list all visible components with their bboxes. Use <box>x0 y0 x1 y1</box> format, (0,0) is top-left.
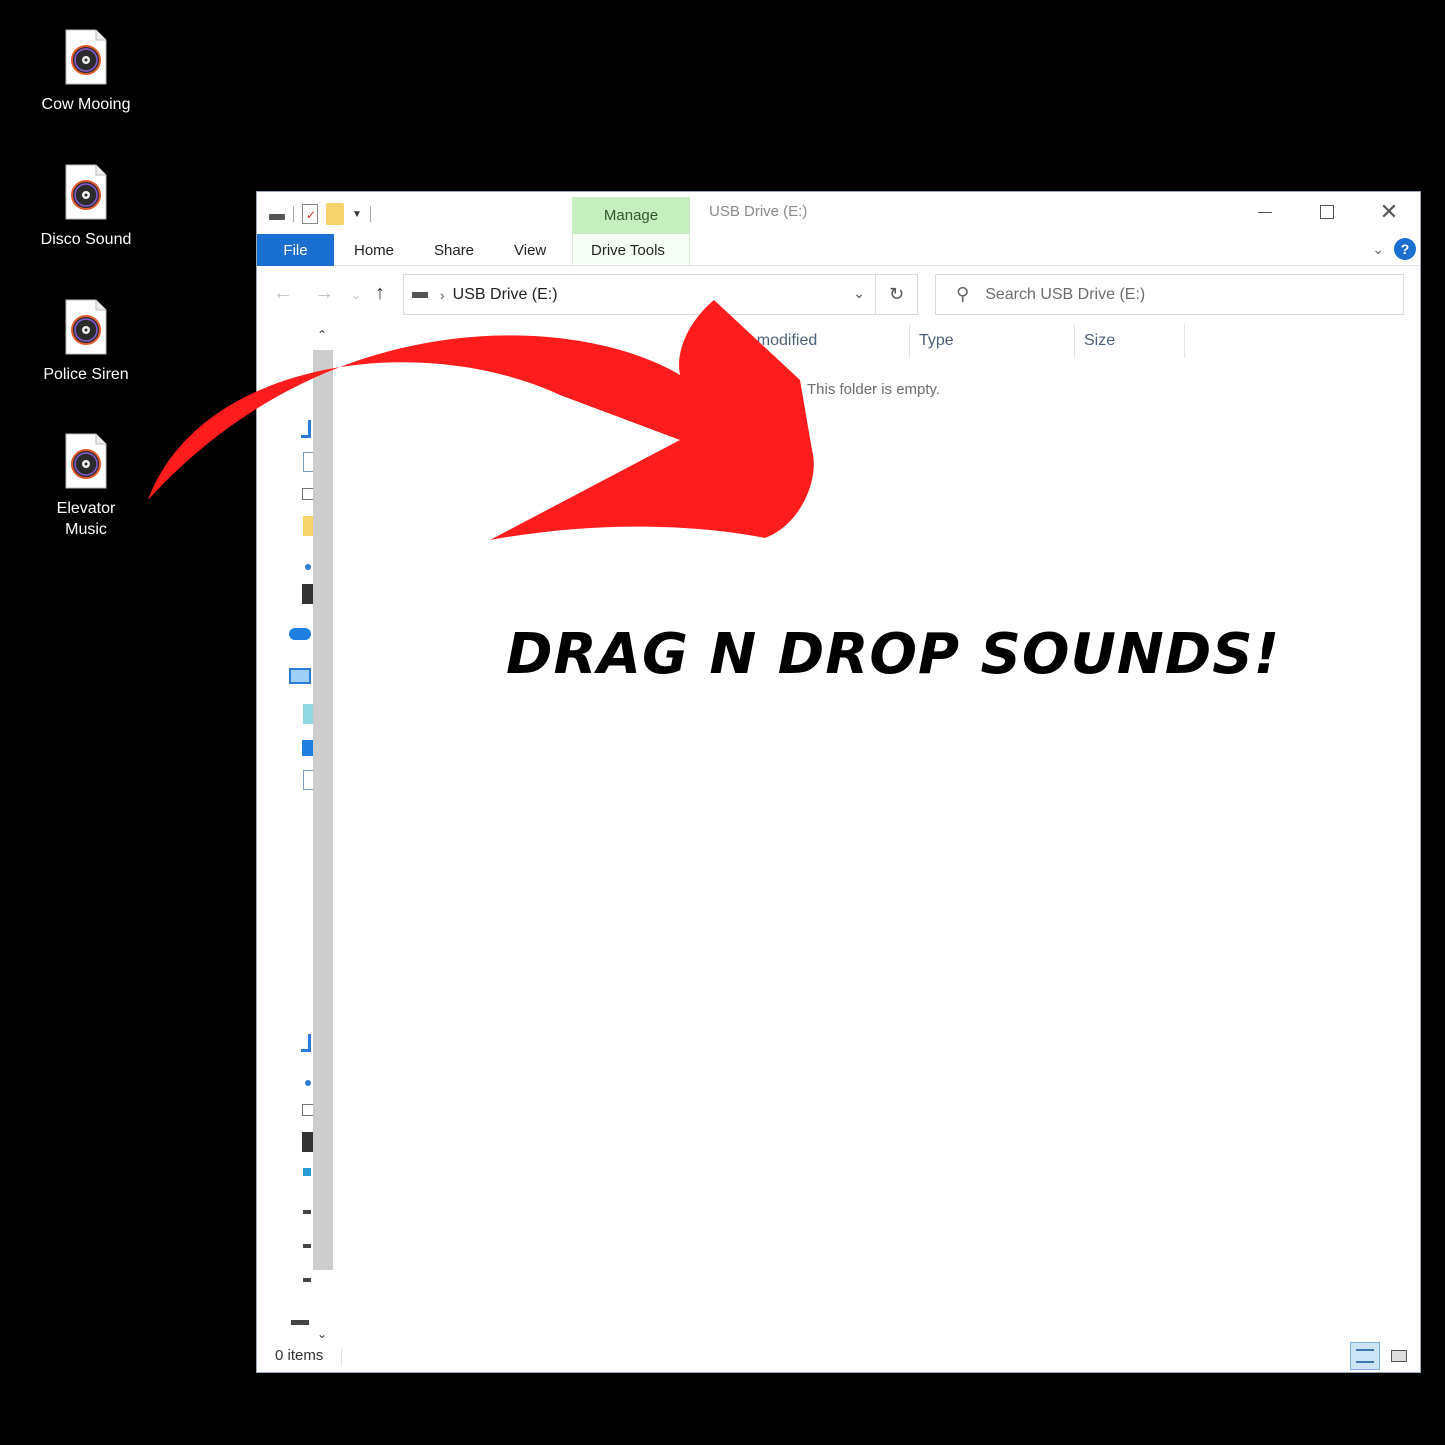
minimize-icon <box>1258 211 1272 213</box>
nav-scrollbar[interactable]: ⌃ ⌄ <box>313 326 333 1341</box>
title-bar: ✓ ▼ Manage USB Drive (E:) ✕ <box>257 192 1420 234</box>
refresh-button[interactable]: ↻ <box>876 274 918 315</box>
back-arrow-icon[interactable]: ← <box>273 282 293 305</box>
desktop-icon-elevator-music[interactable]: Elevator Music <box>31 432 141 540</box>
drive-icon <box>269 214 285 220</box>
tab-share[interactable]: Share <box>434 234 474 266</box>
chevron-down-icon[interactable]: ⌄ <box>853 285 865 302</box>
desktop-icon-label: Police Siren <box>43 366 129 383</box>
desktop-icon-police-siren[interactable]: Police Siren <box>31 298 141 385</box>
downloads-icon[interactable] <box>301 1034 311 1052</box>
drive-icon <box>412 291 428 298</box>
new-folder-icon[interactable] <box>326 203 344 225</box>
drive-icon[interactable] <box>303 1244 311 1248</box>
window-controls: ✕ <box>1234 192 1420 234</box>
quick-access-toolbar: ✓ ▼ <box>269 202 371 226</box>
status-bar: 0 items <box>257 1342 1420 1372</box>
desktop-icon-label: Elevator Music <box>56 500 116 538</box>
file-explorer-window: ✓ ▼ Manage USB Drive (E:) ✕ File Home Sh… <box>256 191 1421 1373</box>
tab-drive-tools[interactable]: Drive Tools <box>591 234 665 266</box>
details-view-button[interactable] <box>1350 1342 1380 1370</box>
column-header-type[interactable]: Type <box>919 332 954 350</box>
scroll-down-icon[interactable]: ⌄ <box>317 1327 327 1341</box>
scroll-up-icon[interactable]: ⌃ <box>317 328 327 342</box>
properties-icon[interactable]: ✓ <box>302 204 318 224</box>
quick-access-icon[interactable] <box>301 420 311 438</box>
usb-drive-icon[interactable] <box>291 1320 309 1325</box>
drag-drop-caption: DRAG N DROP SOUNDS! <box>506 622 1281 687</box>
desktop-icon-cow-mooing[interactable]: Cow Mooing <box>31 28 141 115</box>
audio-file-icon <box>64 163 108 221</box>
status-separator <box>341 1348 342 1366</box>
audio-file-icon <box>64 432 108 490</box>
scrollbar-thumb[interactable] <box>313 350 333 1270</box>
empty-folder-message: This folder is empty. <box>807 381 941 398</box>
onedrive-icon[interactable] <box>289 628 311 640</box>
column-divider[interactable] <box>1184 324 1185 358</box>
navigation-bar: ← → ⌄ ↑ › USB Drive (E:) ⌄ ↻ ⚲ Search US… <box>257 266 1420 322</box>
tab-file[interactable]: File <box>257 234 334 266</box>
item-count: 0 items <box>275 1347 324 1364</box>
navigation-pane: ⌃ ⌄ <box>257 322 339 1345</box>
column-headers: te modified Type Size <box>339 322 1419 362</box>
close-icon: ✕ <box>1379 199 1399 224</box>
large-icons-view-button[interactable] <box>1384 1342 1414 1370</box>
column-header-size[interactable]: Size <box>1084 332 1115 350</box>
toolbar-separator <box>369 206 371 222</box>
large-icons-view-icon <box>1391 1350 1407 1362</box>
this-pc-icon[interactable] <box>289 668 311 684</box>
view-switcher <box>1350 1342 1414 1370</box>
breadcrumb-chevron-icon: › <box>440 286 445 303</box>
search-placeholder: Search USB Drive (E:) <box>985 285 1146 303</box>
audio-file-icon <box>64 298 108 356</box>
help-icon[interactable]: ? <box>1394 238 1416 260</box>
column-divider[interactable] <box>909 324 910 358</box>
recent-locations-icon[interactable]: ⌄ <box>351 288 361 302</box>
forward-arrow-icon[interactable]: → <box>314 282 334 305</box>
audio-file-icon <box>64 28 108 86</box>
maximize-button[interactable] <box>1296 192 1358 232</box>
window-title: USB Drive (E:) <box>709 203 808 220</box>
desktop-icon-label: Disco Sound <box>40 231 132 248</box>
toolbar-separator <box>293 206 294 222</box>
customize-toolbar-icon[interactable]: ▼ <box>352 209 362 220</box>
minimize-button[interactable] <box>1234 192 1296 232</box>
tab-manage[interactable]: Manage <box>572 197 690 234</box>
cloud-small-icon[interactable] <box>305 564 311 570</box>
desktop-icon-disco-sound[interactable]: Disco Sound <box>31 163 141 250</box>
tab-home[interactable]: Home <box>354 234 394 266</box>
ribbon-tabs: File Home Share View Drive Tools ⌄ ? <box>257 234 1420 266</box>
tab-view[interactable]: View <box>514 234 546 266</box>
desktop-icon-label: Cow Mooing <box>41 96 131 113</box>
ribbon-right-controls: ⌄ ? <box>1372 238 1416 260</box>
column-divider[interactable] <box>1074 324 1075 358</box>
maximize-icon <box>1320 205 1334 219</box>
drive-icon[interactable] <box>303 1210 311 1214</box>
drive-icon[interactable] <box>303 1278 311 1282</box>
address-text: USB Drive (E:) <box>452 285 558 303</box>
close-button[interactable]: ✕ <box>1358 192 1420 232</box>
up-arrow-icon[interactable]: ↑ <box>375 282 385 305</box>
search-input[interactable]: ⚲ Search USB Drive (E:) <box>935 274 1404 315</box>
expand-ribbon-icon[interactable]: ⌄ <box>1372 241 1384 258</box>
search-icon: ⚲ <box>956 284 970 304</box>
music-icon[interactable] <box>305 1080 311 1086</box>
refresh-icon: ↻ <box>888 284 905 304</box>
column-header-date-modified[interactable]: te modified <box>739 332 817 350</box>
details-view-icon <box>1356 1349 1374 1363</box>
address-bar[interactable]: › USB Drive (E:) ⌄ <box>403 274 876 315</box>
windows-drive-icon[interactable] <box>303 1168 311 1176</box>
